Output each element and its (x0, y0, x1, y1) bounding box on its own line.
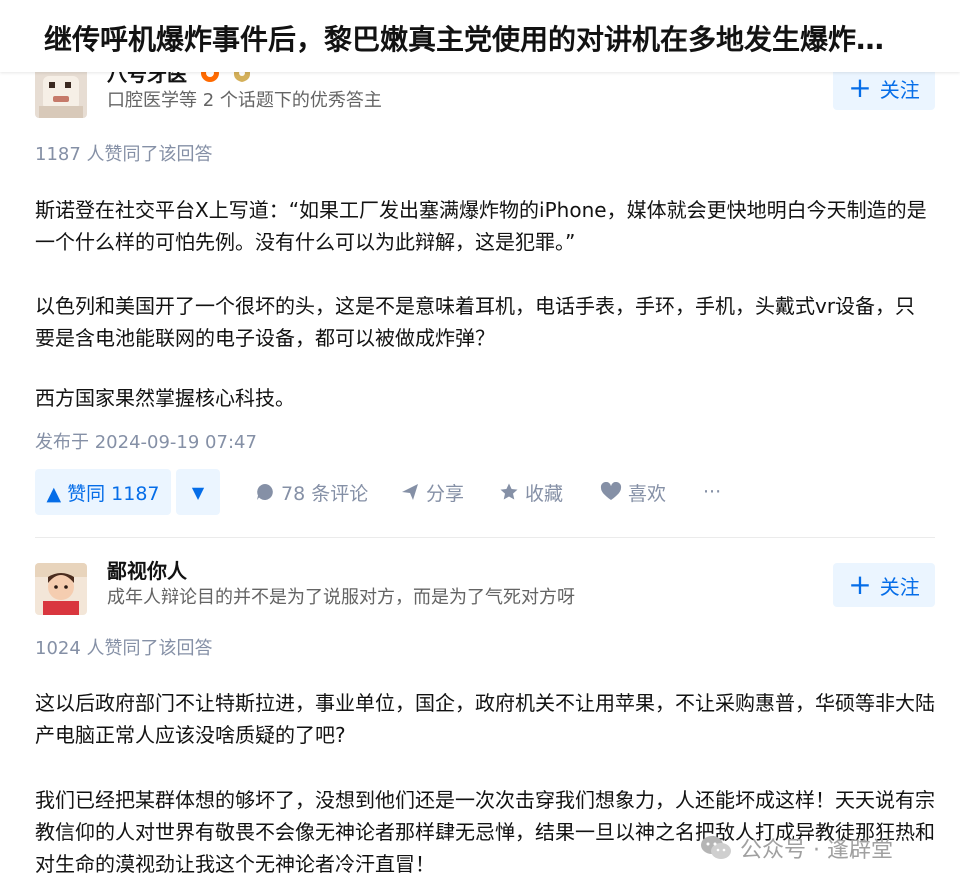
comment-icon (257, 484, 273, 500)
voters-count[interactable]: 1187 人赞同了该回答 (35, 140, 213, 166)
author-name-text[interactable]: 鄙视你人 (107, 559, 187, 583)
more-options-icon[interactable]: ··· (703, 469, 721, 515)
answer-paragraph: 以色列和美国开了一个很坏的头，这是不是意味着耳机，电话手表，手环，手机，头戴式v… (35, 294, 916, 350)
publish-time[interactable]: 发布于 2024-09-19 07:47 (35, 428, 257, 454)
answer-paragraph: 这以后政府部门不让特斯拉进，事业单位，国企，政府机关不让用苹果，不让采购惠普，华… (35, 691, 935, 747)
like-label: 喜欢 (628, 482, 667, 505)
question-header: 继传呼机爆炸事件后，黎巴嫩真主党使用的对讲机在多地发生爆炸… (0, 0, 960, 72)
follow-button[interactable]: + 关注 (833, 563, 935, 607)
watermark: 公众号 · 逢辟堂 (700, 832, 893, 864)
answer-paragraph: 西方国家果然掌握核心科技。 (35, 386, 295, 410)
follow-label: 关注 (879, 574, 920, 599)
watermark-text: 公众号 · 逢辟堂 (740, 838, 893, 863)
share-button[interactable]: 分享 (400, 469, 464, 515)
author-bio: 口腔医学等 2 个话题下的优秀答主 (107, 90, 382, 111)
answer-divider (35, 537, 935, 538)
share-label: 分享 (426, 482, 465, 505)
star-icon (500, 483, 518, 500)
author-avatar[interactable] (35, 66, 87, 118)
action-bar: ▲ 赞同 1187 ▼ 78 条评论 分享 收藏 喜欢 ··· (35, 469, 935, 515)
author-bio: 成年人辩论目的并不是为了说服对方，而是为了气死对方呀 (107, 587, 575, 608)
plus-icon: + (848, 568, 872, 601)
voters-count[interactable]: 1024 人赞同了该回答 (35, 634, 213, 660)
question-title[interactable]: 继传呼机爆炸事件后，黎巴嫩真主党使用的对讲机在多地发生爆炸… (44, 18, 956, 58)
author-info: 鄙视你人 成年人辩论目的并不是为了说服对方，而是为了气死对方呀 + 关注 (35, 559, 935, 623)
downvote-button[interactable]: ▼ (176, 469, 220, 515)
upvote-button[interactable]: ▲ 赞同 1187 (35, 469, 171, 515)
like-button[interactable]: 喜欢 (600, 469, 666, 515)
collect-label: 收藏 (525, 482, 564, 505)
author-name[interactable]: 鄙视你人 (107, 555, 187, 584)
share-icon (402, 484, 418, 500)
plus-icon: + (848, 71, 872, 104)
author-avatar[interactable] (35, 563, 87, 615)
author-info: 八号牙医 口腔医学等 2 个话题下的优秀答主 + 关注 (35, 62, 935, 126)
follow-button[interactable]: + 关注 (833, 66, 935, 110)
collect-button[interactable]: 收藏 (499, 469, 563, 515)
wechat-icon (701, 836, 731, 859)
heart-icon (600, 482, 622, 500)
follow-label: 关注 (879, 77, 920, 102)
comments-label: 78 条评论 (281, 482, 369, 505)
comments-button[interactable]: 78 条评论 (255, 469, 368, 515)
answer-paragraph: 斯诺登在社交平台X上写道：“如果工厂发出塞满爆炸物的iPhone，媒体就会更快地… (35, 198, 927, 254)
